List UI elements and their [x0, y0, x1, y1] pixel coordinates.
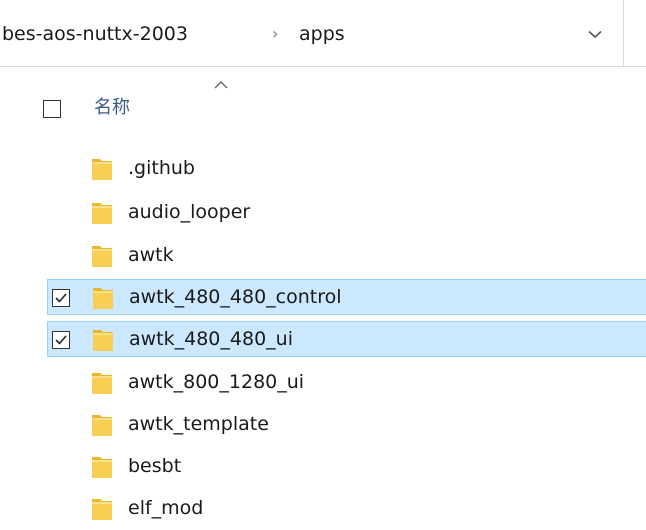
- file-row[interactable]: awtk_480_480_ui: [47, 321, 646, 357]
- address-bar[interactable]: bes-aos-nuttx-2003 › apps: [0, 0, 624, 67]
- row-checkbox[interactable]: [52, 331, 70, 349]
- file-name: besbt: [128, 455, 182, 477]
- address-bar-edge: [624, 0, 646, 67]
- breadcrumb-separator: ›: [272, 24, 279, 43]
- folder-icon: [91, 201, 113, 225]
- folder-icon: [91, 244, 113, 268]
- folder-icon: [91, 413, 113, 437]
- folder-icon: [91, 455, 113, 479]
- file-row[interactable]: awtk_template: [47, 407, 646, 443]
- file-row[interactable]: awtk_800_1280_ui: [47, 365, 646, 401]
- file-name: audio_looper: [128, 201, 251, 223]
- file-row[interactable]: awtk: [47, 238, 646, 274]
- file-name: awtk_480_480_ui: [129, 328, 293, 350]
- file-name: awtk: [128, 244, 174, 266]
- file-name: awtk_template: [128, 413, 269, 435]
- file-row[interactable]: elf_mod: [47, 491, 646, 527]
- breadcrumb-current[interactable]: apps: [299, 22, 345, 46]
- file-row[interactable]: .github: [47, 151, 646, 187]
- folder-icon: [91, 157, 113, 181]
- file-row[interactable]: besbt: [47, 449, 646, 485]
- file-name: .github: [128, 157, 195, 179]
- file-row[interactable]: awtk_480_480_control: [47, 279, 646, 315]
- file-name: awtk_480_480_control: [129, 286, 342, 308]
- file-name: awtk_800_1280_ui: [128, 371, 305, 393]
- file-name: elf_mod: [128, 497, 204, 519]
- folder-icon: [92, 286, 114, 310]
- address-dropdown-button[interactable]: [575, 18, 615, 50]
- select-all-checkbox[interactable]: [43, 100, 61, 118]
- file-row[interactable]: audio_looper: [47, 195, 646, 231]
- checkmark-icon: [55, 293, 67, 303]
- chevron-down-icon: [588, 30, 602, 38]
- folder-icon: [91, 497, 113, 521]
- folder-icon: [92, 328, 114, 352]
- name-column-header[interactable]: 名称: [94, 96, 130, 120]
- folder-icon: [91, 371, 113, 395]
- breadcrumb-root[interactable]: bes-aos-nuttx-2003: [2, 22, 188, 46]
- checkmark-icon: [55, 335, 67, 345]
- sort-ascending-icon[interactable]: [211, 78, 231, 92]
- row-checkbox[interactable]: [52, 289, 70, 307]
